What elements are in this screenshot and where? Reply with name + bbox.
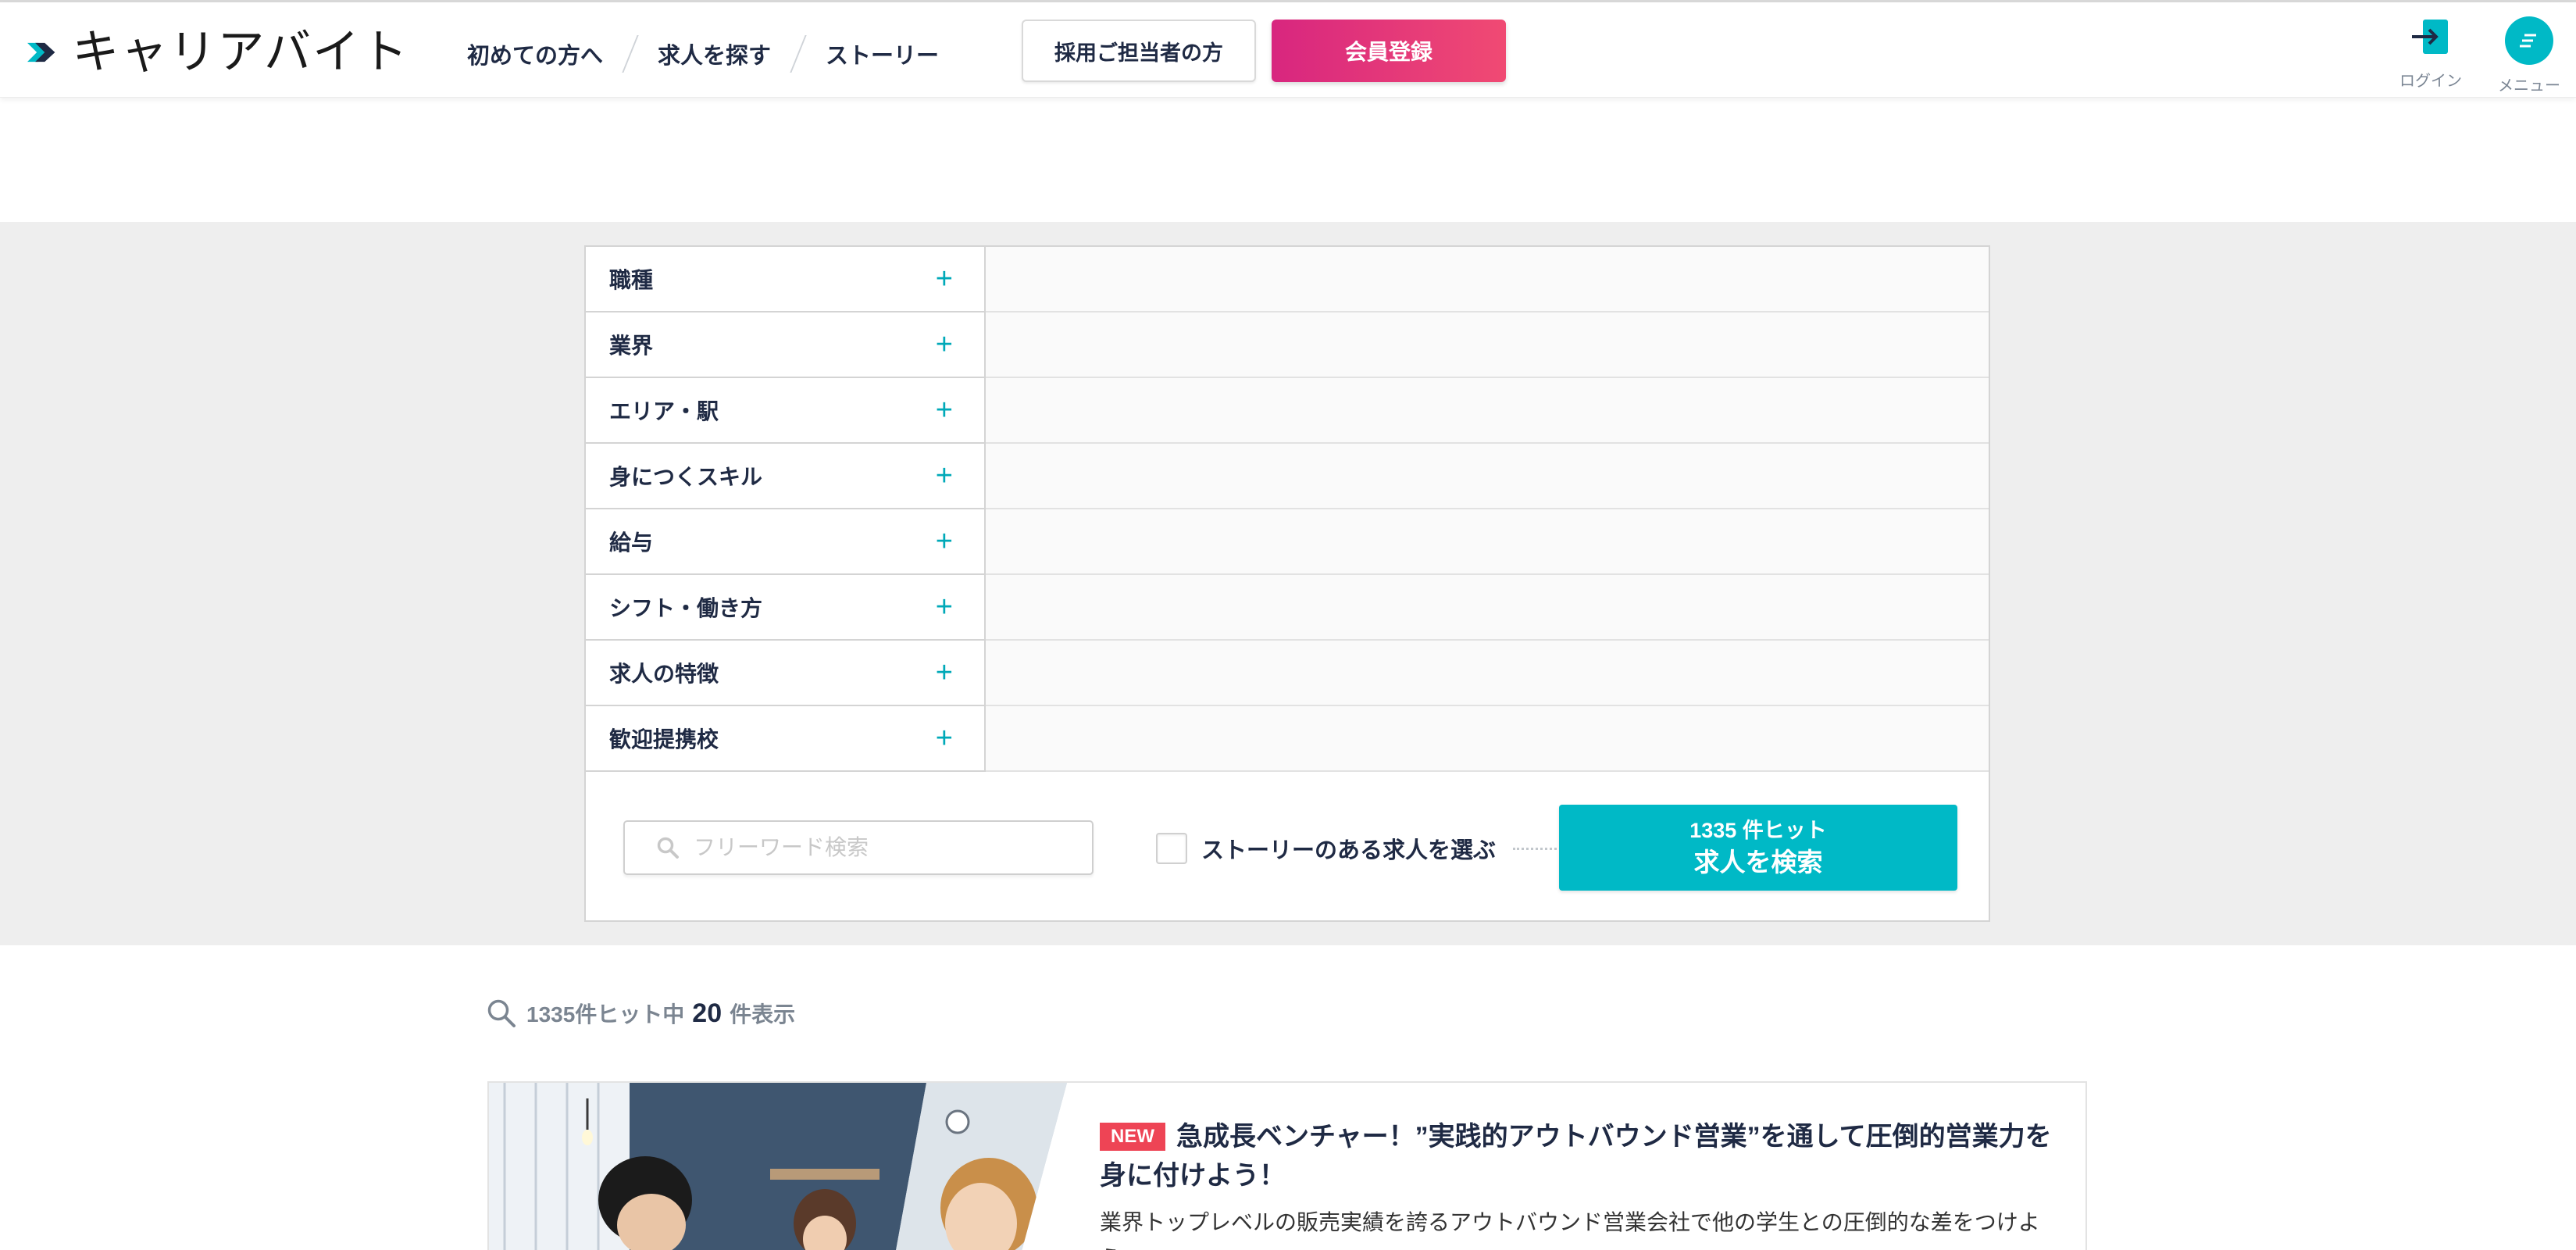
search-icon — [657, 837, 679, 859]
login-icon — [2412, 20, 2448, 54]
logo-mark-icon — [27, 42, 55, 62]
job-photo — [489, 1083, 1067, 1250]
register-button[interactable]: 会員登録 — [1272, 20, 1506, 82]
criteria-value[interactable] — [986, 378, 1989, 444]
criteria-row-salary: 給与 + — [586, 509, 1989, 575]
plus-icon: + — [935, 591, 953, 623]
criteria-value[interactable] — [986, 509, 1989, 575]
criteria-toggle-salary[interactable]: 給与 + — [586, 509, 986, 575]
story-checkbox-label[interactable]: ストーリーのある求人を選ぶ — [1201, 832, 1496, 865]
plus-icon: + — [935, 525, 953, 558]
menu-label: メニュー — [2498, 77, 2560, 95]
criteria-row-job-type: 職種 + — [586, 247, 1989, 312]
plus-icon: + — [935, 394, 953, 427]
criteria-label: 求人の特徴 — [609, 662, 719, 686]
results-summary: 1335件ヒット中 20 件表示 — [486, 994, 795, 1033]
plus-icon: + — [935, 262, 953, 295]
criteria-toggle-area[interactable]: エリア・駅 + — [586, 378, 986, 444]
criteria-row-area: エリア・駅 + — [586, 378, 1989, 444]
plus-icon: + — [935, 656, 953, 689]
logo-text: キャリアバイト — [72, 25, 409, 80]
search-panel: 職種 + 業界 + エリア・駅 + 身につくスキル + 給与 + シフト・働き方… — [584, 245, 1990, 922]
job-description: 業界トップレベルの販売実績を誇るアウトバウンド営業会社で他の学生との圧倒的な差を… — [1100, 1210, 2040, 1250]
criteria-label: 身につくスキル — [609, 465, 763, 489]
criteria-row-shift: シフト・働き方 + — [586, 575, 1989, 641]
criteria-value[interactable] — [986, 641, 1989, 706]
criteria-toggle-shift[interactable]: シフト・働き方 + — [586, 575, 986, 641]
site-header: キャリアバイト 初めての方へ 求人を探す ストーリー 採用ご担当者の方 会員登録… — [0, 2, 2576, 98]
nav-first-time[interactable]: 初めての方へ — [467, 38, 603, 70]
criteria-row-skills: 身につくスキル + — [586, 444, 1989, 509]
menu-icon — [2505, 16, 2553, 65]
criteria-toggle-features[interactable]: 求人の特徴 + — [586, 641, 986, 706]
plus-icon: + — [935, 722, 953, 755]
criteria-row-industry: 業界 + — [586, 312, 1989, 378]
criteria-row-partner-schools: 歓迎提携校 + — [586, 706, 1989, 772]
nav-stories[interactable]: ストーリー — [826, 38, 939, 70]
login-label: ログイン — [2399, 73, 2462, 90]
results-shown-suffix: 件表示 — [730, 1002, 796, 1027]
criteria-toggle-partner-schools[interactable]: 歓迎提携校 + — [586, 706, 986, 772]
nav-divider — [622, 35, 639, 73]
criteria-value[interactable] — [986, 575, 1989, 641]
criteria-toggle-skills[interactable]: 身につくスキル + — [586, 444, 986, 509]
job-title[interactable]: NEW 急成長ベンチャー！”実践的アウトバウンド営業”を通して圧倒的営業力を身に付… — [1100, 1117, 2060, 1195]
new-badge: NEW — [1100, 1123, 1165, 1151]
criteria-label: 歓迎提携校 — [609, 727, 719, 752]
site-logo[interactable]: キャリアバイト — [27, 25, 409, 80]
job-title-text: 急成長ベンチャー！”実践的アウトバウンド営業”を通して圧倒的営業力を身に付けよう… — [1100, 1122, 2052, 1191]
nav-find-jobs[interactable]: 求人を探す — [658, 38, 771, 70]
search-icon — [487, 999, 516, 1027]
criteria-row-features: 求人の特徴 + — [586, 641, 1989, 706]
login-button[interactable]: ログイン — [2398, 16, 2464, 91]
menu-button[interactable]: メニュー — [2496, 16, 2562, 95]
plus-icon: + — [935, 328, 953, 361]
main-nav: 初めての方へ 求人を探す ストーリー — [467, 34, 939, 74]
plus-icon: + — [935, 459, 953, 492]
results-shown-count: 20 — [692, 998, 722, 1028]
criteria-value[interactable] — [986, 312, 1989, 378]
search-button-label: 求人を検索 — [1693, 848, 1823, 877]
criteria-value[interactable] — [986, 706, 1989, 772]
dotted-connector — [1513, 847, 1557, 850]
criteria-label: エリア・駅 — [609, 399, 719, 423]
criteria-label: 給与 — [609, 530, 654, 555]
employer-button[interactable]: 採用ご担当者の方 — [1022, 20, 1256, 82]
nav-divider — [790, 35, 807, 73]
criteria-label: 職種 — [609, 268, 654, 292]
criteria-value[interactable] — [986, 444, 1989, 509]
free-word-search — [623, 820, 1094, 875]
search-submit-button[interactable]: 1335 件ヒット 求人を検索 — [1559, 805, 1957, 891]
criteria-label: シフト・働き方 — [609, 596, 763, 620]
criteria-toggle-industry[interactable]: 業界 + — [586, 312, 986, 378]
search-hit-count: 1335 件ヒット — [1689, 819, 1827, 842]
job-card[interactable]: NEW 急成長ベンチャー！”実践的アウトバウンド営業”を通して圧倒的営業力を身に付… — [487, 1081, 2087, 1250]
criteria-toggle-job-type[interactable]: 職種 + — [586, 247, 986, 312]
free-word-input[interactable] — [694, 835, 1069, 860]
criteria-label: 業界 — [609, 334, 654, 358]
story-filter[interactable]: ストーリーのある求人を選ぶ — [1156, 827, 1557, 870]
results-total: 1335件ヒット中 — [526, 1002, 685, 1027]
criteria-value[interactable] — [986, 247, 1989, 312]
story-checkbox[interactable] — [1156, 833, 1187, 864]
